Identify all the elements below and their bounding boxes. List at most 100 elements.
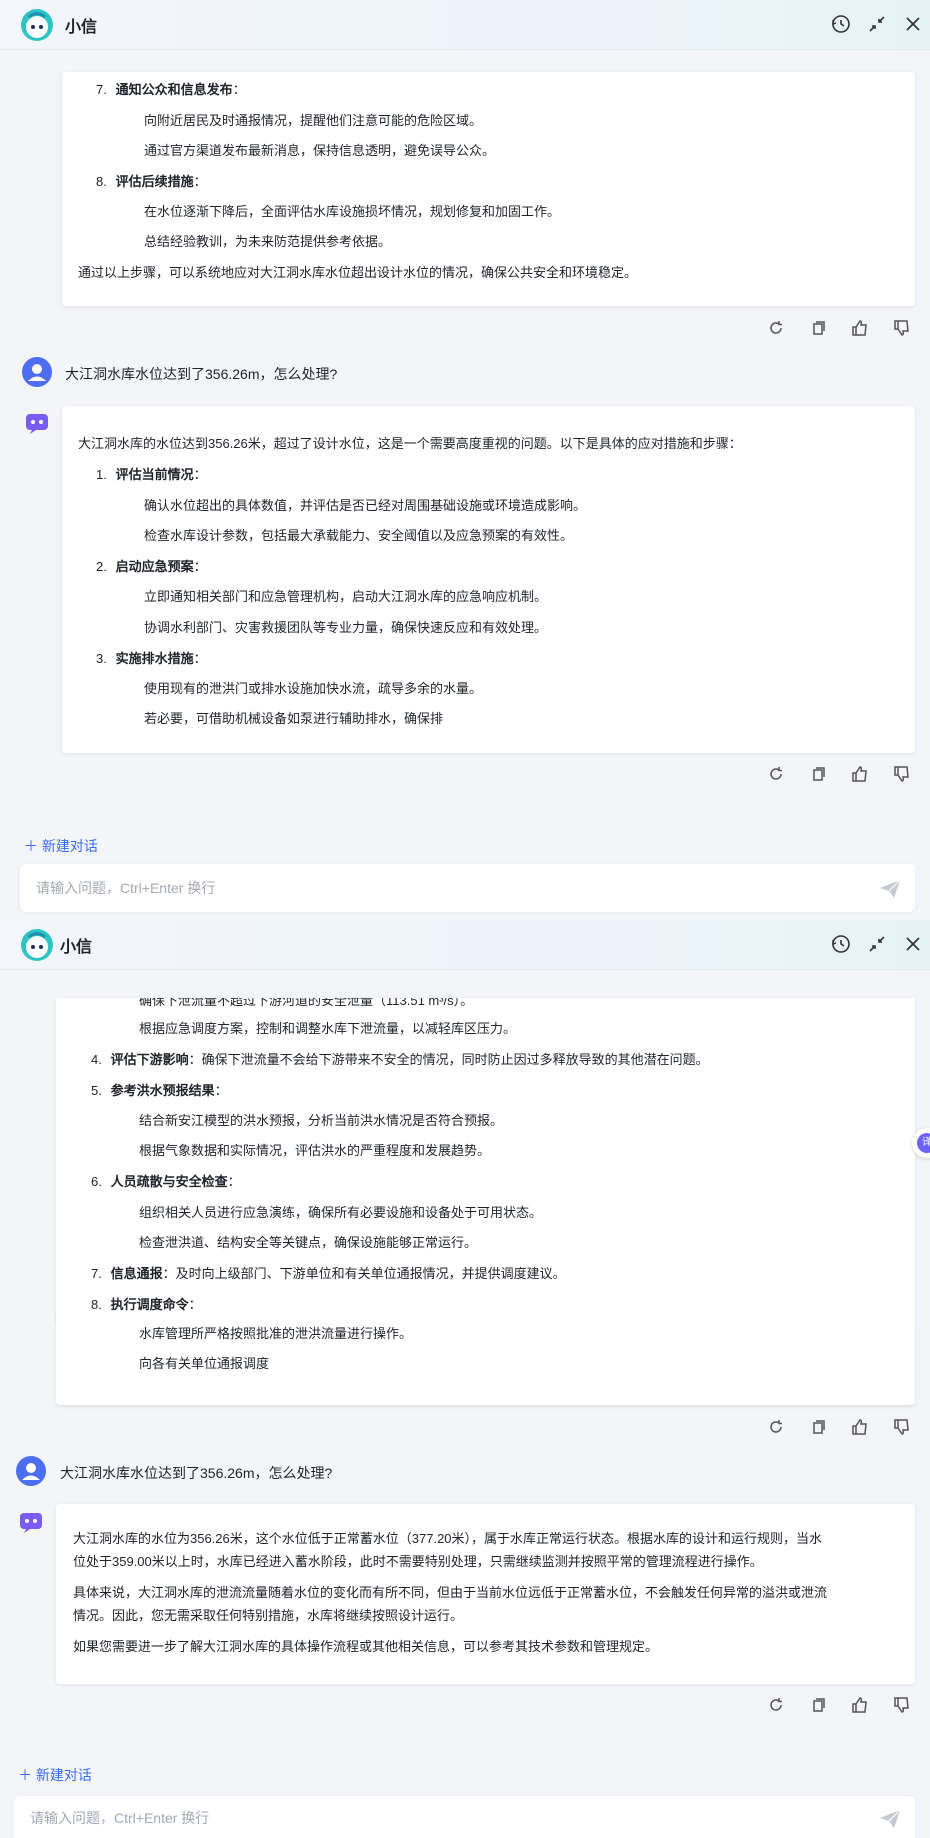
header: 小信 — [0, 920, 930, 970]
answer-card: 大江洞水库的水位为356.26米，这个水位低于正常蓄水位（377.20米），属于… — [56, 1504, 915, 1684]
new-chat-button[interactable]: ＋ 新建对话 — [18, 1765, 92, 1785]
list-subitem: 根据应急调度方案，控制和调整水库下泄流量，以减轻库区压力。 — [139, 1021, 517, 1036]
copy-button[interactable] — [807, 1416, 829, 1438]
like-button[interactable] — [849, 1416, 871, 1438]
like-button[interactable] — [849, 763, 871, 785]
list-subitem: 检查泄洪道、结构安全等关键点，确保设施能够正常运行。 — [139, 1235, 478, 1250]
paragraph: 大江洞水库的水位为356.26米，这个水位低于正常蓄水位（377.20米），属于… — [73, 1531, 823, 1546]
thumbs-up-icon — [852, 320, 867, 336]
list-heading: 5. 参考洪水预报结果： — [91, 1083, 228, 1098]
answer-card: 确保下泄流量不超过下游河道的安全泄量（113.51 m³/s）。 根据应急调度方… — [56, 998, 915, 1324]
list-heading: 7. 通知公众和信息发布： — [96, 82, 246, 97]
header: 小信 — [0, 0, 930, 50]
list-heading: 6. 人员疏散与安全检查： — [91, 1174, 241, 1189]
list-subitem: 向附近居民及时通报情况，提醒他们注意可能的危险区域。 — [144, 113, 483, 128]
bot-avatar-icon — [20, 1513, 42, 1533]
close-icon — [906, 17, 920, 31]
history-button[interactable] — [828, 11, 854, 37]
user-avatar — [16, 1456, 46, 1486]
answer-card-continued: 水库管理所严格按照批准的泄洪流量进行操作。 向各有关单位通报调度 — [56, 1315, 915, 1405]
user-question: 大江洞水库水位达到了356.26m，怎么处理? — [65, 366, 338, 382]
list-heading: 8. 评估后续措施： — [96, 174, 207, 189]
paragraph: 大江洞水库的水位达到356.26米，超过了设计水位，这是一个需要高度重视的问题。… — [78, 436, 742, 451]
list-subitem: 若必要，可借助机械设备如泵进行辅助排水，确保排 — [144, 711, 444, 726]
plus-icon: ＋ — [24, 838, 38, 854]
refresh-icon — [770, 1698, 782, 1711]
list-subitem: 水库管理所严格按照批准的泄洪流量进行操作。 — [139, 1326, 413, 1341]
send-icon[interactable] — [877, 876, 903, 902]
thumbs-down-icon — [894, 766, 909, 782]
paragraph: 情况。因此，您无需采取任何特别措施，水库将继续按照设计运行。 — [73, 1608, 464, 1623]
dislike-button[interactable] — [891, 1694, 913, 1716]
list-subitem: 检查水库设计参数，包括最大承载能力、安全阈值以及应急预案的有效性。 — [144, 528, 574, 543]
thumbs-down-icon — [894, 1419, 909, 1435]
list-subitem: 确认水位超出的具体数值，并评估是否已经对周围基础设施或环境造成影响。 — [144, 498, 587, 513]
collapse-button[interactable] — [864, 931, 890, 957]
dislike-button[interactable] — [891, 317, 913, 339]
refresh-icon — [770, 1420, 782, 1433]
app-title: 小信 — [65, 19, 98, 36]
list-subitem: 协调水利部门、灾害救援团队等专业力量，确保快速反应和有效处理。 — [144, 620, 548, 635]
regenerate-button[interactable] — [765, 317, 787, 339]
thumbs-down-icon — [894, 320, 909, 336]
list-heading: 4. 评估下游影响：确保下泄流量不会给下游带来不安全的情况，同时防止因过多释放导… — [91, 1052, 709, 1067]
paragraph: 通过以上步骤，可以系统地应对大江洞水库水位超出设计水位的情况，确保公共安全和环境… — [78, 265, 638, 280]
logo-icon — [21, 9, 53, 41]
dislike-button[interactable] — [891, 1416, 913, 1438]
chat-panel-1: 小信 7. 通知公众和信息发布： 向附近居民及时通报情况，提醒他们注意可能的危险… — [0, 0, 930, 920]
regenerate-button[interactable] — [765, 1416, 787, 1438]
bot-avatar-icon — [26, 414, 48, 434]
user-icon — [28, 364, 46, 381]
app-title: 小信 — [60, 939, 93, 956]
copy-button[interactable] — [807, 1694, 829, 1716]
history-icon — [832, 15, 850, 33]
logo-icon — [21, 929, 53, 961]
regenerate-button[interactable] — [765, 1694, 787, 1716]
list-heading: 1. 评估当前情况： — [96, 467, 207, 482]
close-button[interactable] — [900, 11, 926, 37]
close-button[interactable] — [900, 931, 926, 957]
thumbs-up-icon — [852, 766, 867, 782]
user-icon — [22, 1463, 40, 1480]
list-subitem: 使用现有的泄洪门或排水设施加快水流，疏导多余的水量。 — [144, 681, 483, 696]
close-icon — [906, 937, 920, 951]
chat-panel-2: 小信 确保下泄流量不超过下游河道的安全泄量（113.51 m³/s）。 根据应急… — [0, 920, 930, 1838]
message-actions — [765, 1694, 915, 1716]
copy-button[interactable] — [807, 317, 829, 339]
send-icon[interactable] — [877, 1806, 903, 1832]
list-subitem: 确保下泄流量不超过下游河道的安全泄量（113.51 m³/s）。 — [139, 998, 474, 1008]
list-subitem: 在水位逐渐下降后，全面评估水库设施损坏情况，规划修复和加固工作。 — [144, 204, 561, 219]
like-button[interactable] — [849, 1694, 871, 1716]
list-subitem: 结合新安江模型的洪水预报，分析当前洪水情况是否符合预报。 — [139, 1113, 504, 1128]
list-heading: 3. 实施排水措施： — [96, 651, 207, 666]
list-heading: 2. 启动应急预案： — [96, 559, 207, 574]
dislike-button[interactable] — [891, 763, 913, 785]
collapse-button[interactable] — [864, 11, 890, 37]
paragraph: 位处于359.00米以上时，水库已经进入蓄水阶段，此时不需要特别处理，只需继续监… — [73, 1554, 763, 1569]
regenerate-button[interactable] — [765, 763, 787, 785]
list-subitem: 向各有关单位通报调度 — [139, 1356, 270, 1371]
chat-input-bar — [20, 864, 915, 912]
like-button[interactable] — [849, 317, 871, 339]
answer-card: 大江洞水库的水位达到356.26米，超过了设计水位，这是一个需要高度重视的问题。… — [62, 406, 915, 753]
refresh-icon — [770, 767, 782, 780]
translate-icon: 译 — [917, 1133, 930, 1153]
new-chat-button[interactable]: ＋ 新建对话 — [24, 836, 98, 856]
list-subitem: 立即通知相关部门和应急管理机构，启动大江洞水库的应急响应机制。 — [144, 589, 548, 604]
list-heading: 7. 信息通报：及时向上级部门、下游单位和有关单位通报情况，并提供调度建议。 — [91, 1266, 566, 1281]
thumbs-up-icon — [852, 1697, 867, 1713]
copy-button[interactable] — [807, 763, 829, 785]
message-actions — [765, 763, 915, 785]
history-icon — [832, 935, 850, 953]
chat-input[interactable] — [36, 876, 836, 900]
history-button[interactable] — [828, 931, 854, 957]
paragraph: 具体来说，大江洞水库的泄流流量随着水位的变化而有所不同，但由于当前水位远低于正常… — [73, 1585, 828, 1600]
chat-input[interactable] — [30, 1806, 830, 1830]
thumbs-down-icon — [894, 1697, 909, 1713]
list-heading: 8. 执行调度命令： — [91, 1297, 202, 1312]
list-subitem: 组织相关人员进行应急演练，确保所有必要设施和设备处于可用状态。 — [139, 1205, 543, 1220]
plus-icon: ＋ — [18, 1767, 32, 1783]
user-question: 大江洞水库水位达到了356.26m，怎么处理? — [60, 1465, 333, 1481]
copy-icon — [813, 1420, 825, 1434]
message-actions — [765, 317, 915, 339]
